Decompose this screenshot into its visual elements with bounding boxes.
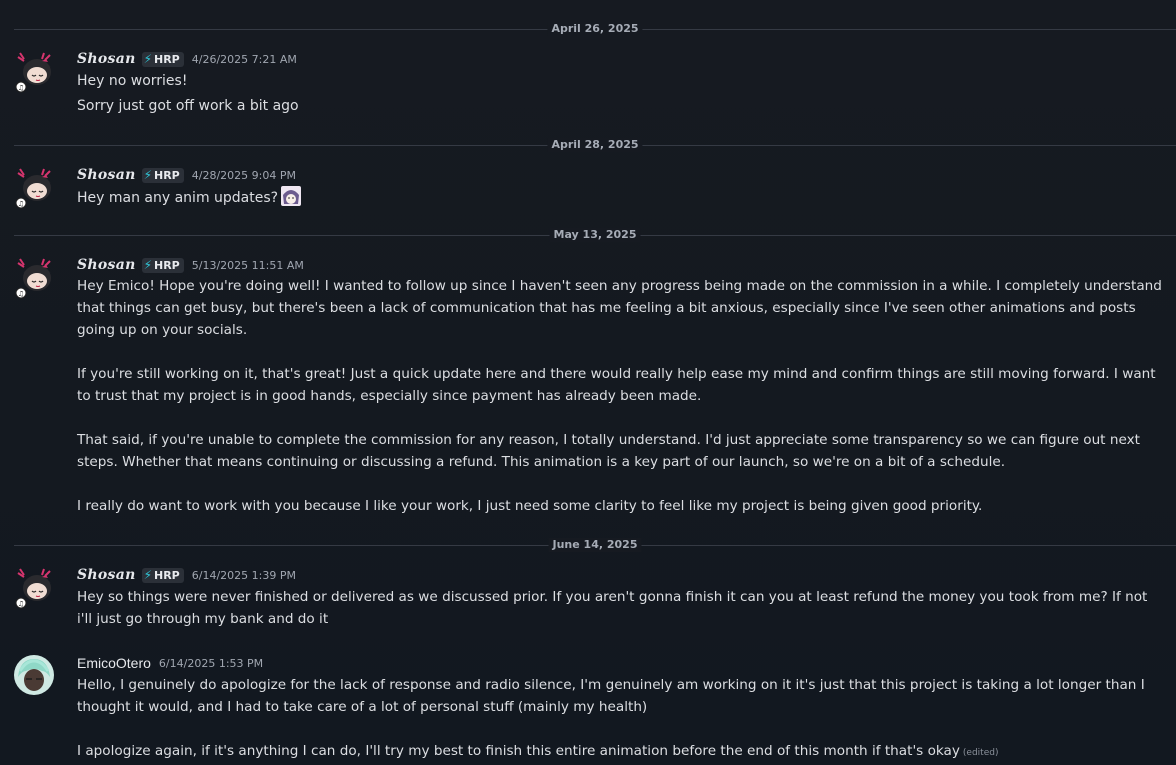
tag-label: HRP [154, 258, 180, 272]
guild-tag[interactable]: ⚡ HRP [141, 257, 184, 273]
message-paragraph: If you're still working on it, that's gr… [77, 366, 1156, 404]
tag-label: HRP [154, 52, 180, 66]
chat-log: April 26, 2025 ♫ Shosan ⚡ HRP 4/26/2025 … [0, 0, 1176, 765]
message-header: Shosan ⚡ HRP 6/14/2025 1:39 PM [77, 565, 296, 585]
message-line: Sorry just got off work a bit ago [77, 98, 299, 114]
timestamp[interactable]: 6/14/2025 1:53 PM [159, 657, 263, 670]
timestamp[interactable]: 4/28/2025 9:04 PM [192, 169, 296, 182]
teal-hair-avatar-icon [14, 655, 54, 695]
anime-girl-avatar-icon: ♫ [15, 168, 51, 209]
message-content: Hello, I genuinely do apologize for the … [77, 674, 1166, 764]
guild-tag[interactable]: ⚡ HRP [141, 167, 184, 183]
message-paragraph: I really do want to work with you becaus… [77, 498, 983, 514]
avatar[interactable]: ♫ [14, 565, 58, 609]
svg-text:♫: ♫ [18, 600, 24, 608]
edited-label: (edited) [962, 748, 999, 758]
message-content: Hey man any anim updates? [77, 186, 1166, 209]
username[interactable]: Shosan [77, 167, 136, 183]
divider-date: May 13, 2025 [549, 228, 641, 242]
lightning-bolt-icon: ⚡ [143, 168, 152, 182]
message-paragraph: Hello, I genuinely do apologize for the … [77, 677, 1145, 715]
username[interactable]: Shosan [77, 257, 136, 273]
message-header: Shosan ⚡ HRP 4/26/2025 7:21 AM [77, 49, 297, 69]
username[interactable]: Shosan [77, 567, 136, 583]
lightning-bolt-icon: ⚡ [143, 568, 152, 582]
avatar[interactable]: ♫ [14, 49, 58, 93]
date-divider: April 26, 2025 [14, 22, 1176, 36]
anime-girl-avatar-icon: ♫ [15, 52, 51, 93]
svg-text:♫: ♫ [18, 200, 24, 208]
tag-label: HRP [154, 568, 180, 582]
timestamp[interactable]: 4/26/2025 7:21 AM [192, 53, 297, 66]
tag-label: HRP [154, 168, 180, 182]
username[interactable]: EmicoOtero [77, 655, 151, 671]
message-content: Hey Emico! Hope you're doing well! I wan… [77, 275, 1166, 517]
anime-girl-avatar-icon: ♫ [15, 568, 51, 609]
message-paragraph: I apologize again, if it's anything I ca… [77, 740, 1166, 764]
username[interactable]: Shosan [77, 51, 136, 67]
lightning-bolt-icon: ⚡ [143, 258, 152, 272]
lightning-bolt-icon: ⚡ [143, 52, 152, 66]
message-text: I apologize again, if it's anything I ca… [77, 743, 960, 759]
divider-date: June 14, 2025 [548, 538, 642, 552]
timestamp[interactable]: 6/14/2025 1:39 PM [192, 569, 296, 582]
guild-tag[interactable]: ⚡ HRP [141, 567, 184, 583]
message-content: Hey so things were never finished or del… [77, 586, 1166, 630]
date-divider: May 13, 2025 [14, 228, 1176, 242]
svg-text:♫: ♫ [18, 84, 24, 92]
message-header: Shosan ⚡ HRP 4/28/2025 9:04 PM [77, 165, 296, 185]
avatar[interactable]: ♫ [14, 255, 58, 299]
message-paragraph: That said, if you're unable to complete … [77, 432, 1140, 470]
message-line: Hey no worries! [77, 73, 188, 89]
avatar[interactable]: ♫ [14, 165, 58, 209]
divider-date: April 28, 2025 [547, 138, 643, 152]
date-divider: June 14, 2025 [14, 538, 1176, 552]
divider-date: April 26, 2025 [547, 22, 643, 36]
message-header: EmicoOtero 6/14/2025 1:53 PM [77, 653, 263, 673]
message-paragraph: Hey so things were never finished or del… [77, 589, 1148, 627]
timestamp[interactable]: 5/13/2025 11:51 AM [192, 259, 304, 272]
message-header: Shosan ⚡ HRP 5/13/2025 11:51 AM [77, 255, 304, 275]
message-content: Hey no worries! Sorry just got off work … [77, 70, 1166, 117]
message-line: Hey man any anim updates? [77, 186, 1166, 209]
date-divider: April 28, 2025 [14, 138, 1176, 152]
anime-girl-avatar-icon: ♫ [15, 258, 51, 299]
message-paragraph: Hey Emico! Hope you're doing well! I wan… [77, 278, 1162, 338]
anime-face-emoji-icon[interactable] [281, 186, 302, 206]
guild-tag[interactable]: ⚡ HRP [141, 51, 184, 67]
svg-text:♫: ♫ [18, 290, 24, 298]
message-text: Hey man any anim updates? [77, 190, 279, 206]
avatar[interactable] [14, 655, 58, 699]
